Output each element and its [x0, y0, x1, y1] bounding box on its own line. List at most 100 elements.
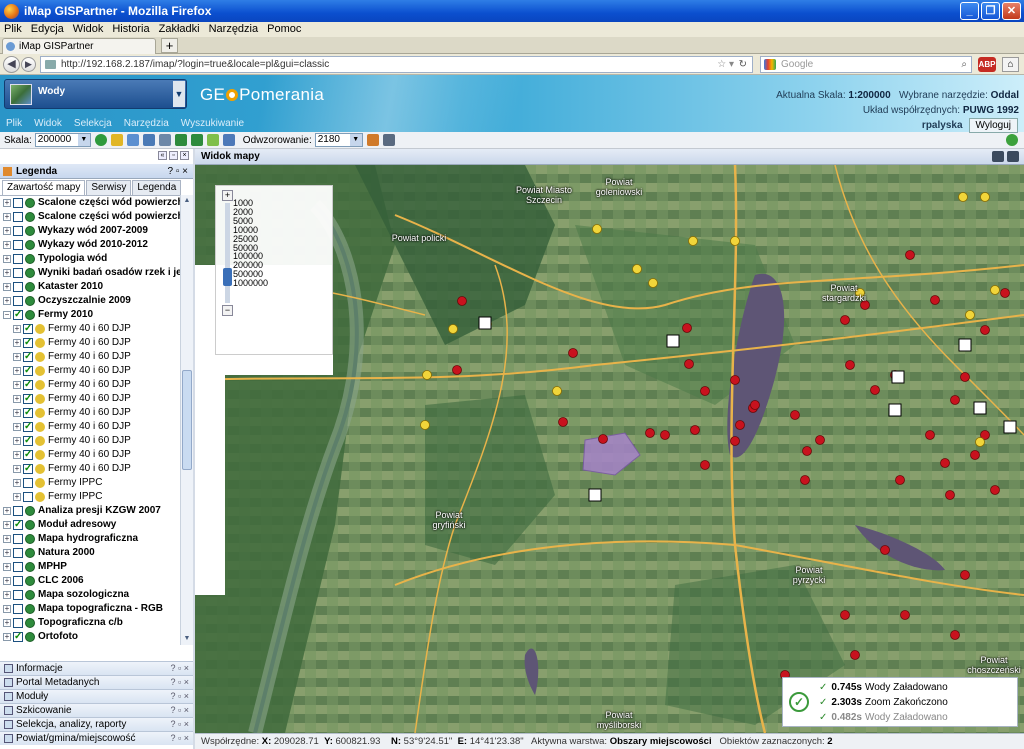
panel-restore-icon[interactable]: ▫ [169, 151, 178, 160]
layer-tree-item[interactable]: − Fermy 2010 [0, 308, 180, 322]
layer-tree-item[interactable]: + Fermy IPPC [0, 490, 180, 504]
layer-checkbox[interactable] [23, 364, 33, 378]
map-marker-farm[interactable] [880, 545, 890, 555]
layer-checkbox[interactable] [23, 336, 33, 350]
layer-checkbox[interactable] [23, 350, 33, 364]
map-canvas[interactable]: + − 1000 2000 5000 10000 25000 50000 100000 200… [195, 165, 1024, 733]
layer-checkbox[interactable] [13, 268, 23, 278]
layer-tree-item[interactable]: + CLC 2006 [0, 574, 180, 588]
map-marker-sewage[interactable] [648, 278, 658, 288]
zoom-control[interactable]: + − 1000 2000 5000 10000 25000 50000 100000 200… [215, 185, 333, 355]
back-button[interactable]: ◀ [3, 56, 20, 73]
map-marker-farm[interactable] [1000, 288, 1010, 298]
export-icon[interactable] [366, 134, 379, 146]
map-marker-farm[interactable] [945, 490, 955, 500]
scroll-down-icon[interactable]: ▼ [182, 634, 192, 644]
forward-button[interactable]: ▶ [21, 57, 36, 72]
logout-button[interactable]: Wyloguj [968, 118, 1018, 133]
map-marker-sewage[interactable] [980, 192, 990, 202]
menu-widok[interactable]: Widok [73, 22, 104, 37]
accordion-item-tools[interactable]: ? ▫ × [171, 690, 189, 703]
map-marker-farm[interactable] [815, 435, 825, 445]
layer-tree-item[interactable]: + Fermy 40 i 60 DJP [0, 322, 180, 336]
map-marker-sewage[interactable] [958, 192, 968, 202]
map-marker-sewage[interactable] [990, 285, 1000, 295]
layer-checkbox[interactable] [13, 254, 23, 264]
map-marker-farm[interactable] [802, 446, 812, 456]
layer-checkbox[interactable] [23, 434, 33, 448]
expand-icon[interactable]: + [13, 465, 21, 473]
layer-checkbox[interactable] [13, 562, 23, 572]
map-marker-farm[interactable] [457, 296, 467, 306]
expand-icon[interactable]: + [3, 269, 11, 277]
map-marker-farm[interactable] [730, 375, 740, 385]
map-marker-sewage[interactable] [730, 236, 740, 246]
expand-icon[interactable]: + [13, 367, 21, 375]
app-menu-plik[interactable]: Plik [6, 118, 22, 129]
minimize-button[interactable]: _ [960, 2, 979, 20]
layer-tree-item[interactable]: + Ortofoto [0, 630, 180, 644]
bookmark-star-icon[interactable]: ☆ ▾ [717, 57, 734, 72]
layer-checkbox[interactable] [13, 548, 23, 558]
map-marker-farm[interactable] [682, 323, 692, 333]
layer-checkbox[interactable] [13, 618, 23, 628]
expand-icon[interactable]: + [13, 423, 21, 431]
accordion-item-tools[interactable]: ? ▫ × [171, 676, 189, 689]
expand-icon[interactable]: + [3, 227, 11, 235]
map-marker-farm[interactable] [930, 295, 940, 305]
map-marker-farm[interactable] [730, 436, 740, 446]
layer-tree-item[interactable]: + Fermy 40 i 60 DJP [0, 462, 180, 476]
chevron-down-icon[interactable]: ▼ [173, 81, 185, 107]
menu-pomoc[interactable]: Pomoc [267, 22, 301, 37]
zoom-out-button[interactable]: − [222, 305, 233, 316]
pan-icon[interactable] [110, 134, 123, 146]
map-marker-farm[interactable] [598, 434, 608, 444]
map-marker-sewage[interactable] [975, 437, 985, 447]
menu-historia[interactable]: Historia [112, 22, 149, 37]
scroll-up-icon[interactable]: ▲ [182, 196, 192, 206]
map-marker-station[interactable] [478, 316, 492, 330]
expand-icon[interactable]: + [3, 255, 11, 263]
accordion-item-tools[interactable]: ? ▫ × [171, 704, 189, 717]
layer-checkbox[interactable] [13, 212, 23, 222]
layer-checkbox[interactable] [13, 604, 23, 614]
projection-combo[interactable]: 2180 ▼ [314, 133, 363, 147]
app-menu-wyszukiwanie[interactable]: Wyszukiwanie [181, 118, 244, 129]
layer-checkbox[interactable] [13, 308, 23, 322]
accordion-item[interactable]: Powiat/gmina/miejscowość ? ▫ × [0, 731, 194, 745]
layer-tree-item[interactable]: + Oczyszczalnie 2009 [0, 294, 180, 308]
panel-close-icon[interactable]: × [180, 151, 189, 160]
layer-tree-item[interactable]: + Analiza presji KZGW 2007 [0, 504, 180, 518]
layer-checkbox[interactable] [13, 506, 23, 516]
map-marker-station[interactable] [973, 401, 987, 415]
layer-tree-scrollbar[interactable]: ▲ ▼ [180, 195, 193, 645]
map-marker-farm[interactable] [895, 475, 905, 485]
expand-icon[interactable]: + [3, 199, 11, 207]
layer-checkbox[interactable] [23, 492, 33, 502]
layer-tree-item[interactable]: + Scalone części wód powierzchn [0, 196, 180, 210]
menu-edycja[interactable]: Edycja [31, 22, 64, 37]
map-marker-farm[interactable] [845, 360, 855, 370]
expand-icon[interactable]: + [3, 521, 11, 529]
layer-checkbox[interactable] [13, 240, 23, 250]
zoom-in-button[interactable]: + [222, 190, 233, 201]
map-marker-station[interactable] [891, 370, 905, 384]
layer-checkbox[interactable] [13, 282, 23, 292]
map-marker-farm[interactable] [690, 425, 700, 435]
map-marker-sewage[interactable] [632, 264, 642, 274]
map-marker-farm[interactable] [990, 485, 1000, 495]
layer-checkbox[interactable] [23, 322, 33, 336]
map-marker-farm[interactable] [970, 450, 980, 460]
layer-tree-item[interactable]: + Scalone części wód powierzchn [0, 210, 180, 224]
layer-tree-item[interactable]: + Fermy 40 i 60 DJP [0, 420, 180, 434]
app-menu-selekcja[interactable]: Selekcja [74, 118, 112, 129]
layer-checkbox[interactable] [13, 534, 23, 544]
help-icon[interactable] [1006, 134, 1018, 146]
layer-tree-item[interactable]: + Kataster 2010 [0, 280, 180, 294]
panel-pin-icon[interactable]: « [158, 151, 167, 160]
legend-header-tools[interactable]: ? ▫ × [167, 164, 188, 179]
map-marker-station[interactable] [666, 334, 680, 348]
zoom-out-icon[interactable] [142, 134, 155, 146]
layer-tree-item[interactable]: + Wyniki badań osadów rzek i jez [0, 266, 180, 280]
map-marker-farm[interactable] [800, 475, 810, 485]
